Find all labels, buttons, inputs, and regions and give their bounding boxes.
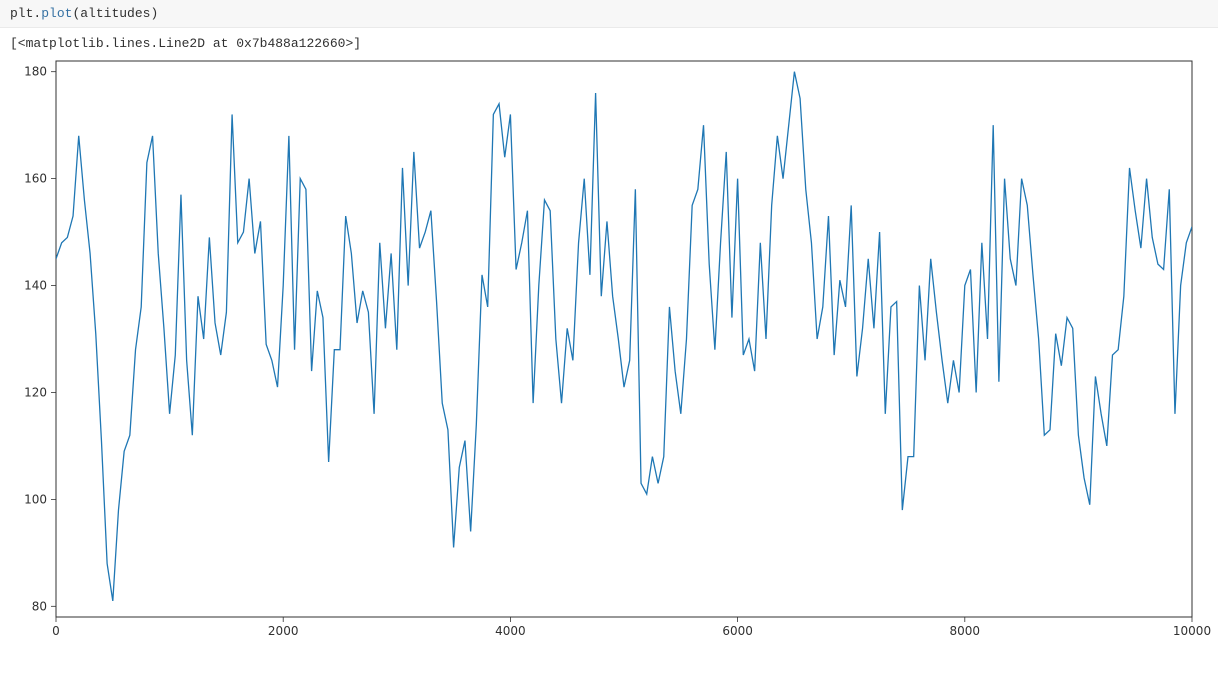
- series-altitudes: [56, 72, 1192, 601]
- code-cell: plt.plot(altitudes): [0, 0, 1218, 28]
- svg-text:0: 0: [52, 624, 60, 638]
- plot-figure: 0 2000 4000 6000 8000 10000 80 100 120 140 160 180: [0, 53, 1218, 661]
- svg-text:80: 80: [32, 599, 47, 613]
- notebook-page: { "code_cell": { "obj": "plt.", "call": …: [0, 0, 1218, 690]
- x-axis: 0 2000 4000 6000 8000 10000: [52, 617, 1211, 638]
- svg-text:120: 120: [24, 385, 47, 399]
- svg-text:100: 100: [24, 492, 47, 506]
- code-token-arg: altitudes: [80, 6, 150, 21]
- svg-text:180: 180: [24, 65, 47, 79]
- code-token-call: plot: [41, 6, 72, 21]
- svg-text:8000: 8000: [950, 624, 981, 638]
- code-token-paren-close: ): [150, 6, 158, 21]
- svg-text:2000: 2000: [268, 624, 299, 638]
- y-axis: 80 100 120 140 160 180: [24, 65, 56, 614]
- axes-frame: [56, 61, 1192, 617]
- plot-area-group: 0 2000 4000 6000 8000 10000 80 100 120 140 160 180: [24, 61, 1211, 638]
- svg-text:10000: 10000: [1173, 624, 1211, 638]
- svg-text:4000: 4000: [495, 624, 526, 638]
- chart-svg: 0 2000 4000 6000 8000 10000 80 100 120 140 160 180: [0, 53, 1218, 661]
- svg-text:6000: 6000: [722, 624, 753, 638]
- svg-text:160: 160: [24, 172, 47, 186]
- svg-text:140: 140: [24, 279, 47, 293]
- code-token-obj: plt.: [10, 6, 41, 21]
- output-repr: [<matplotlib.lines.Line2D at 0x7b488a122…: [0, 28, 1218, 53]
